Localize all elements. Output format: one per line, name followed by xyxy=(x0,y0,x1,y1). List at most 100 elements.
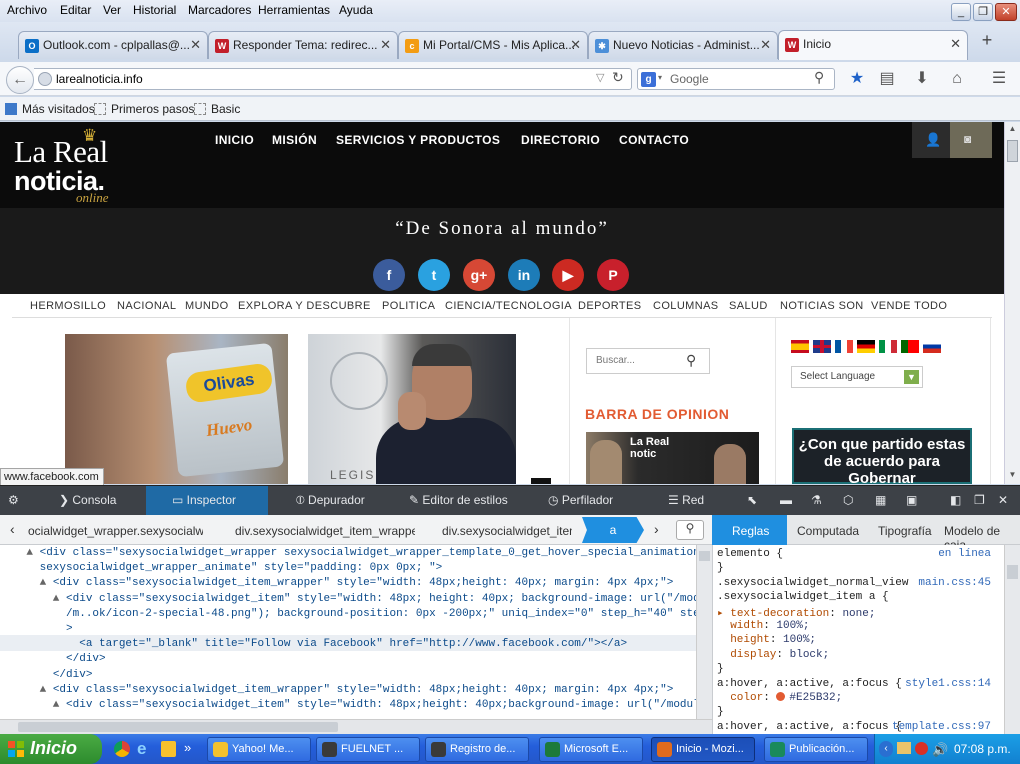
tab-responder[interactable]: W Responder Tema: redirec... ✕ xyxy=(208,31,398,59)
search-icon[interactable]: ⚲ xyxy=(814,69,824,86)
scroll-thumb[interactable] xyxy=(18,722,338,732)
scratchpad-icon[interactable]: ▦ xyxy=(875,486,886,516)
tab-tipografia[interactable]: Tipografía xyxy=(878,515,932,545)
user-login-button[interactable]: 👤 xyxy=(912,122,950,158)
css-declaration[interactable]: color: #E25B32; xyxy=(717,692,997,704)
menu-herramientas[interactable]: Herramientas xyxy=(258,3,330,17)
tab-perfilador[interactable]: ◷ Perfilador xyxy=(548,486,613,516)
tab-cms[interactable]: c Mi Portal/CMS - Mis Aplica... ✕ xyxy=(398,31,588,59)
tab-computada[interactable]: Computada xyxy=(797,515,859,545)
markup-line[interactable]: <a target="_blank" title="Follow via Fac… xyxy=(0,638,627,650)
language-select[interactable]: Select Language ▼ xyxy=(791,366,923,388)
markup-line[interactable]: ▲ <div class="sexysocialwidget_item_wrap… xyxy=(0,577,674,589)
rule-source-link[interactable]: template.css:97 xyxy=(892,721,991,733)
volume-icon[interactable]: 🔊 xyxy=(932,742,948,758)
nav-servicios[interactable]: SERVICIOS Y PRODUCTOS xyxy=(336,133,500,147)
tab-depurador[interactable]: ⦶ Depurador xyxy=(296,486,365,516)
css-selector[interactable]: a:hover, a:active, a:focus {style1.css:1… xyxy=(717,678,997,690)
cat-vende-todo[interactable]: VENDE TODO xyxy=(871,300,947,312)
menu-ver[interactable]: Ver xyxy=(103,3,121,17)
cat-noticias-son[interactable]: NOTICIAS SON xyxy=(780,300,864,312)
flag-spain-icon[interactable] xyxy=(791,340,809,353)
markup-line[interactable]: ▲ <div class="sexysocialwidget_wrapper s… xyxy=(0,547,696,559)
scroll-thumb[interactable] xyxy=(1007,140,1018,162)
paint-icon[interactable]: ⚗ xyxy=(811,486,822,516)
chevron-right-icon[interactable]: › xyxy=(654,521,659,537)
breadcrumb-item-wrapper[interactable]: div.sexysocialwidget_item_wrapper xyxy=(235,524,415,538)
taskbar-item[interactable]: FUELNET ... xyxy=(316,737,420,762)
nav-inicio[interactable]: INICIO xyxy=(215,133,254,147)
cat-explora[interactable]: EXPLORA Y DESCUBRE xyxy=(238,300,371,312)
tab-inspector[interactable]: ▭ Inspector xyxy=(146,486,268,516)
markup-view[interactable]: ▲ <div class="sexysocialwidget_wrapper s… xyxy=(0,545,696,719)
dropdown-arrow-icon[interactable]: ▽ xyxy=(596,71,604,84)
gear-icon[interactable]: ⚙ xyxy=(0,486,30,516)
scroll-thumb[interactable] xyxy=(1007,565,1018,579)
clock[interactable]: 07:08 p.m. xyxy=(954,742,1011,756)
breadcrumb-active-a[interactable]: a xyxy=(582,517,644,543)
css-selector[interactable]: } xyxy=(717,706,997,718)
color-swatch-icon[interactable] xyxy=(776,692,786,701)
3d-view-icon[interactable]: ⬡ xyxy=(843,486,853,516)
close-window-button[interactable]: ✕ xyxy=(995,3,1017,21)
css-selector[interactable]: } xyxy=(717,562,997,574)
linkedin-icon[interactable]: in xyxy=(508,259,540,291)
css-selector[interactable]: } xyxy=(717,663,997,675)
markup-line[interactable]: </div> xyxy=(0,653,106,665)
bookmark-mas-visitados[interactable]: Más visitados xyxy=(5,102,95,116)
google-plus-icon[interactable]: g+ xyxy=(463,259,495,291)
barra-opinion-title[interactable]: BARRA DE OPINION xyxy=(585,406,729,422)
flag-russia-icon[interactable] xyxy=(923,340,941,353)
css-declaration[interactable]: ▸ text-decoration: none; xyxy=(717,606,997,620)
poll-box[interactable]: ¿Con que partido estas de acuerdo para G… xyxy=(792,428,972,484)
markup-line[interactable]: /m..ok/icon-2-special-48.png"); backgrou… xyxy=(0,608,696,620)
cat-columnas[interactable]: COLUMNAS xyxy=(653,300,719,312)
nav-directorio[interactable]: DIRECTORIO xyxy=(521,133,600,147)
new-tab-button[interactable]: + xyxy=(974,30,1000,54)
flag-portugal-icon[interactable] xyxy=(901,340,919,353)
css-selector[interactable]: .sexysocialwidget_item a { xyxy=(717,591,997,603)
dock-side-icon[interactable]: ◧ xyxy=(950,486,961,516)
nav-mision[interactable]: MISIÓN xyxy=(272,133,317,147)
taskbar-item[interactable]: Microsoft E... xyxy=(539,737,643,762)
tray-collapse-icon[interactable]: ‹ xyxy=(879,741,893,757)
menu-ayuda[interactable]: Ayuda xyxy=(339,3,373,17)
markup-line[interactable]: ▲ <div class="sexysocialwidget_item" sty… xyxy=(0,699,696,711)
css-declaration[interactable]: display: block; xyxy=(717,649,997,661)
taskbar-item[interactable]: Yahoo! Me... xyxy=(207,737,311,762)
cat-hermosillo[interactable]: HERMOSILLO xyxy=(30,300,106,312)
opinion-banner[interactable]: La Real notic xyxy=(586,432,759,484)
folder-icon[interactable] xyxy=(161,741,176,757)
bookmark-basic[interactable]: Basic xyxy=(194,102,240,116)
close-tab-icon[interactable]: ✕ xyxy=(760,37,771,53)
tab-modelo-caja[interactable]: Modelo de caja xyxy=(944,515,1020,552)
google-icon[interactable]: g xyxy=(641,72,656,87)
ie-icon[interactable]: e xyxy=(137,739,146,759)
rule-source-link[interactable]: en línea xyxy=(938,548,991,560)
download-icon[interactable]: ⬇ xyxy=(911,68,933,90)
quick-launch-more-icon[interactable]: » xyxy=(184,740,191,755)
url-text[interactable]: larealnoticia.info xyxy=(56,72,143,86)
tab-reglas[interactable]: Reglas xyxy=(712,515,787,545)
flag-france-icon[interactable] xyxy=(835,340,853,353)
chevron-down-icon[interactable]: ▼ xyxy=(904,370,919,384)
markup-search-icon[interactable]: ⚲ xyxy=(676,520,704,540)
markup-line[interactable]: ▲ <div class="sexysocialwidget_item" sty… xyxy=(0,593,696,605)
tray-antivirus-icon[interactable] xyxy=(915,742,928,755)
maximize-button[interactable]: ❐ xyxy=(973,3,993,21)
undock-icon[interactable]: ❐ xyxy=(974,486,985,516)
breadcrumb-wrapper[interactable]: ocialwidget_wrapper.sexysocialw... xyxy=(28,524,203,538)
markup-horizontal-scrollbar[interactable] xyxy=(0,719,712,734)
cat-salud[interactable]: SALUD xyxy=(729,300,768,312)
youtube-icon[interactable]: ▶ xyxy=(552,259,584,291)
chrome-icon[interactable] xyxy=(114,741,130,757)
css-selector[interactable]: a:hover, a:active, a:focus {template.css… xyxy=(717,721,997,733)
rule-source-link[interactable]: main.css:45 xyxy=(918,577,991,589)
rule-source-link[interactable]: style1.css:14 xyxy=(905,678,991,690)
bookmark-star-icon[interactable]: ★ xyxy=(846,68,868,90)
pinterest-icon[interactable]: P xyxy=(597,259,629,291)
close-tab-icon[interactable]: ✕ xyxy=(190,37,201,53)
twitter-icon[interactable]: t xyxy=(418,259,450,291)
chevron-left-icon[interactable]: ‹ xyxy=(10,521,15,537)
tray-folder-icon[interactable] xyxy=(897,742,911,754)
